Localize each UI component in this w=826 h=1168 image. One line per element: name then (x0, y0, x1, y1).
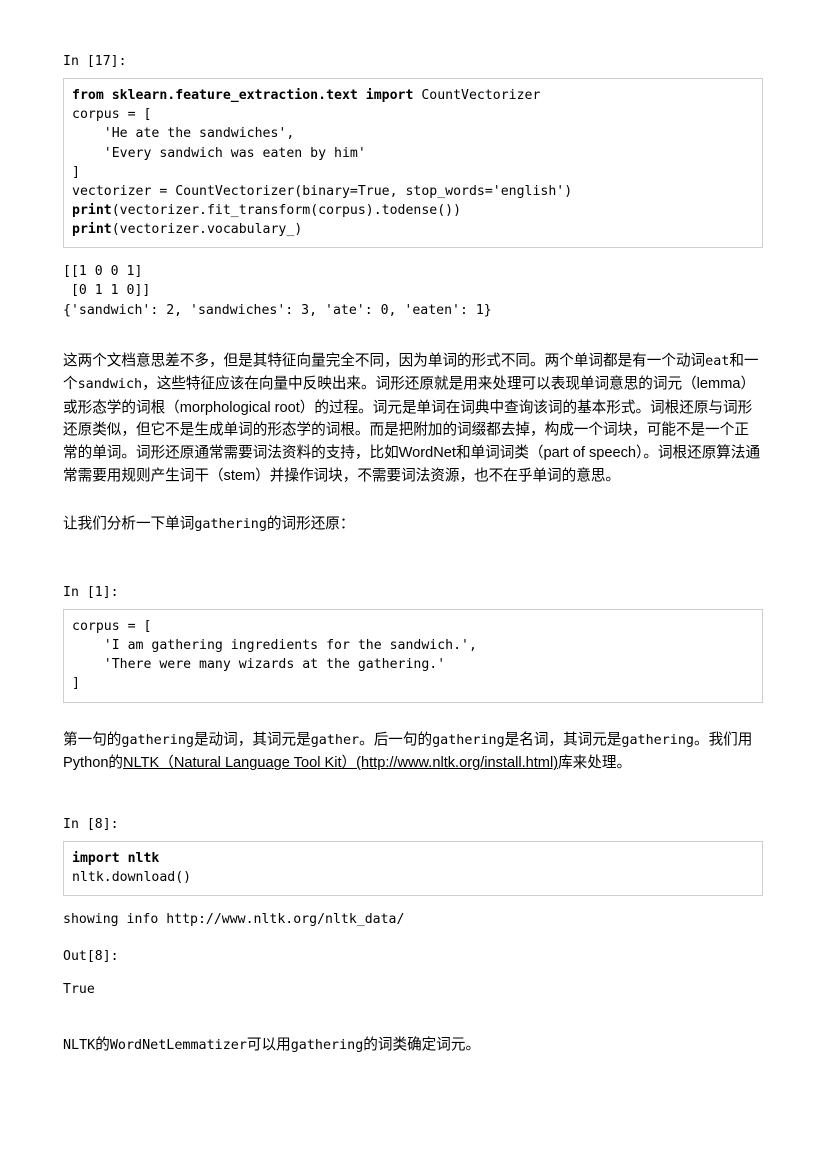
code-text: (vectorizer.fit_transform(corpus).todens… (111, 202, 462, 218)
md-text: 这两个文档意思差不多，但是其特征向量完全不同，因为单词的形式不同。两个单词都是有… (63, 352, 706, 369)
code-keyword: print (72, 202, 112, 218)
code-keyword: from sklearn.feature_extraction.text imp… (72, 88, 414, 104)
md-text: 的词形还原： (266, 516, 355, 533)
markdown-paragraph-2: 让我们分析一下单词gathering的词形还原： (63, 513, 763, 537)
md-code-span: gathering (621, 732, 694, 748)
md-code-span: NLTK (63, 1037, 96, 1053)
markdown-paragraph-1: 这两个文档意思差不多，但是其特征向量完全不同，因为单词的形式不同。两个单词都是有… (63, 350, 763, 488)
md-text: 是名词，其词元是 (504, 731, 622, 748)
code-text: CountVectorizer (413, 88, 541, 104)
code-text: corpus = [ (72, 107, 152, 123)
md-code-span: gathering (432, 732, 505, 748)
code-text: 'There were many wizards at the gatherin… (72, 657, 446, 673)
code-text: ] (72, 164, 80, 180)
md-code-span: eat (705, 353, 730, 369)
code-text: vectorizer = CountVectorizer(binary=True… (72, 183, 573, 199)
md-code-span: WordNetLemmatizer (109, 1037, 247, 1053)
md-text: 的 (95, 1036, 110, 1053)
notebook-page: In [17]: from sklearn.feature_extraction… (0, 0, 826, 1168)
cell-output-3-result: True (63, 982, 95, 998)
code-cell-3[interactable]: import nltk nltk.download() (63, 840, 763, 897)
md-text: 库来处理。 (558, 755, 632, 772)
md-text: 第一句的 (63, 731, 122, 748)
code-keyword: import nltk (72, 850, 160, 866)
md-code-span: sandwich (77, 377, 143, 393)
markdown-paragraph-4: NLTK的WordNetLemmatizer可以用gathering的词类确定词… (63, 1034, 763, 1058)
code-cell-1[interactable]: from sklearn.feature_extraction.text imp… (63, 78, 763, 249)
code-source-3[interactable]: import nltk nltk.download() (72, 849, 754, 887)
code-text: nltk.download() (72, 870, 192, 886)
code-cell-2[interactable]: corpus = [ 'I am gathering ingredients f… (63, 608, 763, 703)
cell-output-1: [[1 0 0 1] [0 1 1 0]] {'sandwich': 2, 's… (63, 264, 492, 318)
code-text: corpus = [ (72, 618, 152, 634)
md-text: 可以用 (246, 1036, 291, 1053)
md-text: 的词类确定词元。 (363, 1036, 481, 1053)
md-text: 让我们分析一下单词 (63, 516, 195, 533)
md-code-span: gathering (194, 517, 267, 533)
cell-output-3-stream: showing info http://www.nltk.org/nltk_da… (63, 912, 405, 928)
code-text: ] (72, 676, 80, 692)
code-source-2[interactable]: corpus = [ 'I am gathering ingredients f… (72, 617, 754, 694)
code-text: (vectorizer.vocabulary_) (111, 222, 303, 238)
md-text: ，这些特征应该在向量中反映出来。词形还原就是用来处理可以表现单词意思的词元（le… (63, 376, 761, 484)
code-keyword: print (72, 222, 112, 238)
notebook-content: In [17]: from sklearn.feature_extraction… (63, 0, 763, 1057)
cell-prompt-in-1[interactable]: In [1]: (63, 583, 763, 602)
cell-prompt-in-17[interactable]: In [17]: (63, 52, 763, 71)
code-source-1[interactable]: from sklearn.feature_extraction.text imp… (72, 86, 754, 239)
code-text: 'I am gathering ingredients for the sand… (72, 638, 477, 654)
md-text: 。后一句的 (359, 731, 433, 748)
cell-prompt-in-8[interactable]: In [8]: (63, 815, 763, 834)
md-text: 是动词，其词元是 (193, 731, 311, 748)
md-code-span: gathering (290, 1037, 364, 1053)
md-code-span: gather (310, 732, 360, 748)
cell-prompt-out-8[interactable]: Out[8]: (63, 947, 763, 966)
page-top-spacer (63, 0, 763, 52)
code-text: 'Every sandwich was eaten by him' (72, 145, 366, 161)
md-code-span: gathering (121, 732, 194, 748)
nltk-install-link[interactable]: NLTK（Natural Language Tool Kit）(http://w… (123, 755, 558, 771)
code-text: 'He ate the sandwiches', (72, 126, 295, 142)
markdown-paragraph-3: 第一句的gathering是动词，其词元是gather。后一句的gatherin… (63, 729, 763, 775)
